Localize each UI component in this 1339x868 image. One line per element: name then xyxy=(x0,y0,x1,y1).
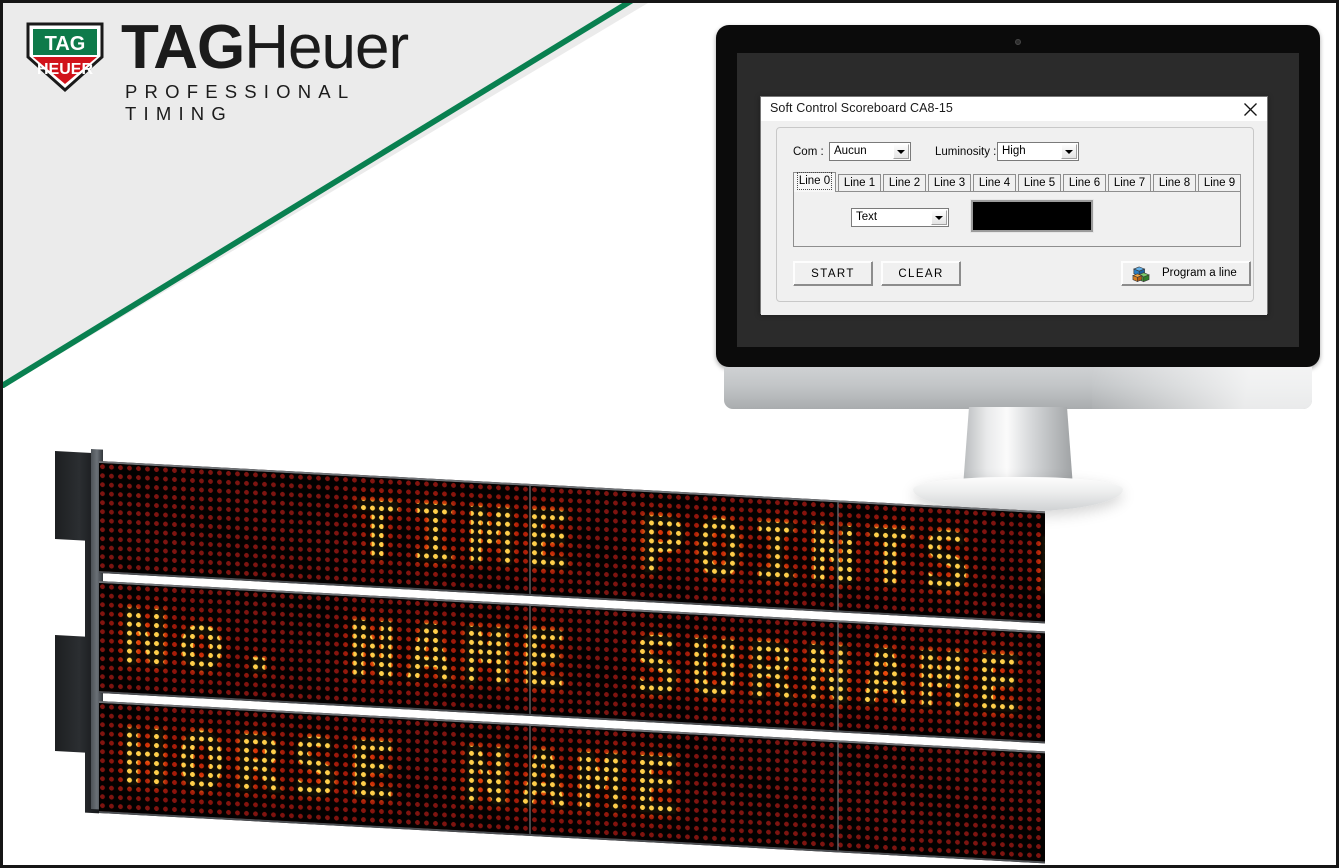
tab-label: Line 3 xyxy=(933,177,966,189)
tab-label: Line 5 xyxy=(1023,177,1056,189)
tab-label: Line 0 xyxy=(796,172,833,190)
close-icon[interactable] xyxy=(1233,97,1267,121)
start-button[interactable]: START xyxy=(793,261,873,286)
panel-seam xyxy=(529,485,531,595)
tab-label: Line 2 xyxy=(888,177,921,189)
connection-row: Com : Aucun Luminosity : High xyxy=(793,142,1233,164)
line-tabs: Line 0 Line 1 Line 2 Line 3 Line 4 Line 5 Line… xyxy=(793,172,1241,192)
tab-line-4[interactable]: Line 4 xyxy=(973,174,1016,192)
webcam-icon xyxy=(1015,39,1021,45)
program-a-line-label: Program a line xyxy=(1162,267,1237,279)
tab-label: Line 7 xyxy=(1113,177,1146,189)
com-label: Com : xyxy=(793,146,824,158)
tab-label: Line 6 xyxy=(1068,177,1101,189)
chevron-down-icon[interactable] xyxy=(931,210,947,225)
tab-line-5[interactable]: Line 5 xyxy=(1018,174,1061,192)
panel-seam xyxy=(837,622,839,731)
line-tab-panel: Text xyxy=(793,191,1241,247)
tab-label: Line 4 xyxy=(978,177,1011,189)
tab-label: Line 8 xyxy=(1158,177,1191,189)
poster-canvas: TAG HEUER TAGHeuer PROFESSIONAL TIMING S… xyxy=(0,0,1339,868)
dialog-title-bar: Soft Control Scoreboard CA8-15 xyxy=(761,97,1267,122)
panel-seam xyxy=(837,742,839,851)
tab-line-0[interactable]: Line 0 xyxy=(793,172,836,192)
tab-line-2[interactable]: Line 2 xyxy=(883,174,926,192)
soft-control-dialog: Soft Control Scoreboard CA8-15 Com : Auc… xyxy=(760,96,1268,315)
panel-seam xyxy=(837,502,839,611)
tab-line-1[interactable]: Line 1 xyxy=(838,174,881,192)
dialog-title: Soft Control Scoreboard CA8-15 xyxy=(770,101,953,115)
led-panel-stack: TIME POINTS RANKING No. NAME SURNAME HOR… xyxy=(99,443,1045,865)
settings-groupbox: Com : Aucun Luminosity : High Line 0 Line… xyxy=(776,127,1254,302)
cubes-icon xyxy=(1132,266,1150,283)
brand-name-light: Heuer xyxy=(244,13,409,82)
chevron-down-icon[interactable] xyxy=(893,144,909,159)
dialog-button-row: START CLEAR Program a line xyxy=(793,261,1251,287)
com-select[interactable]: Aucun xyxy=(829,142,911,161)
tab-label: Line 1 xyxy=(843,177,876,189)
line-preview-field[interactable] xyxy=(971,200,1093,232)
tab-line-6[interactable]: Line 6 xyxy=(1063,174,1106,192)
luminosity-select[interactable]: High xyxy=(997,142,1079,161)
tag-heuer-logo: TAG HEUER TAGHeuer PROFESSIONAL TIMING xyxy=(25,17,455,124)
scoreboard-body: TIME POINTS RANKING No. NAME SURNAME HOR… xyxy=(55,443,1045,864)
luminosity-label: Luminosity : xyxy=(935,146,997,158)
led-scoreboard: TIME POINTS RANKING No. NAME SURNAME HOR… xyxy=(55,443,1055,865)
content-type-select[interactable]: Text xyxy=(851,208,949,227)
chevron-down-icon[interactable] xyxy=(1061,144,1077,159)
content-type-value: Text xyxy=(856,211,878,223)
svg-text:HEUER: HEUER xyxy=(37,61,93,78)
tab-line-9[interactable]: Line 9 xyxy=(1198,174,1241,192)
panel-seam xyxy=(529,725,531,835)
dialog-body: Com : Aucun Luminosity : High Line 0 Line… xyxy=(761,121,1267,315)
brand-name-bold: TAG xyxy=(121,13,245,82)
clear-button[interactable]: CLEAR xyxy=(881,261,961,286)
com-select-value: Aucun xyxy=(834,145,867,157)
tab-line-8[interactable]: Line 8 xyxy=(1153,174,1196,192)
tag-heuer-shield-icon: TAG HEUER xyxy=(26,22,104,93)
monitor-chin xyxy=(724,367,1312,409)
brand-tagline: PROFESSIONAL TIMING xyxy=(125,81,355,124)
luminosity-select-value: High xyxy=(1002,145,1026,157)
svg-text:TAG: TAG xyxy=(45,33,86,55)
tab-label: Line 9 xyxy=(1203,177,1236,189)
program-a-line-button[interactable]: Program a line xyxy=(1121,261,1251,286)
tab-line-3[interactable]: Line 3 xyxy=(928,174,971,192)
tab-line-7[interactable]: Line 7 xyxy=(1108,174,1151,192)
panel-seam xyxy=(529,605,531,715)
